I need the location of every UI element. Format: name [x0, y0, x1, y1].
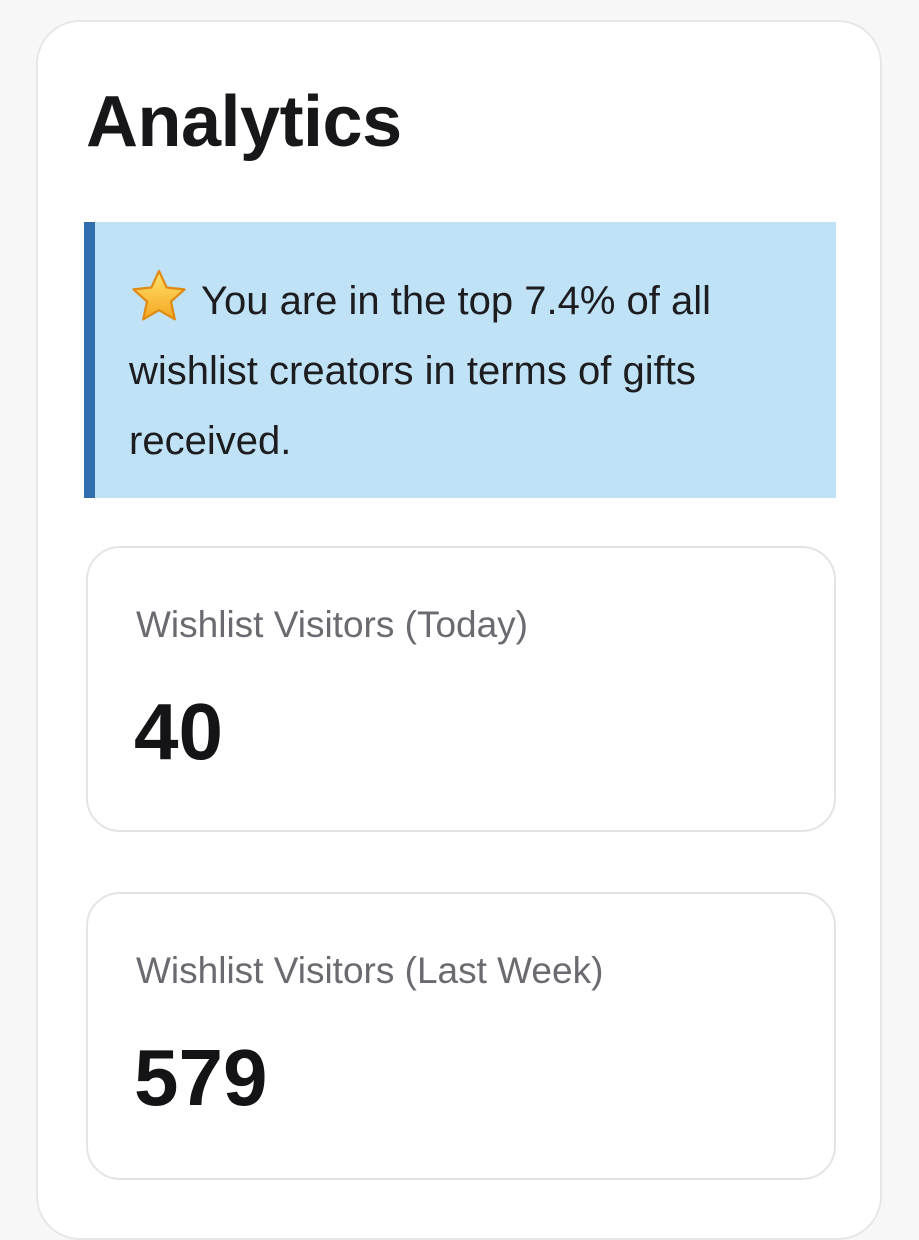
- stat-label: Wishlist Visitors (Last Week): [136, 950, 604, 991]
- stat-card-today: Wishlist Visitors (Today) 40: [86, 546, 836, 832]
- stat-card-last-week: Wishlist Visitors (Last Week) 579: [86, 892, 836, 1180]
- stat-label: Wishlist Visitors (Today): [136, 604, 529, 645]
- page-title: Analytics: [86, 82, 402, 162]
- callout-text: You are in the top 7.4% of all wishlist …: [129, 279, 711, 463]
- stat-value: 579: [134, 1033, 268, 1122]
- stat-value: 40: [134, 687, 223, 776]
- ranking-callout: You are in the top 7.4% of all wishlist …: [84, 222, 836, 498]
- analytics-panel: Analytics You are in the top 7.4% of all…: [36, 20, 882, 1240]
- star-icon: [129, 268, 189, 324]
